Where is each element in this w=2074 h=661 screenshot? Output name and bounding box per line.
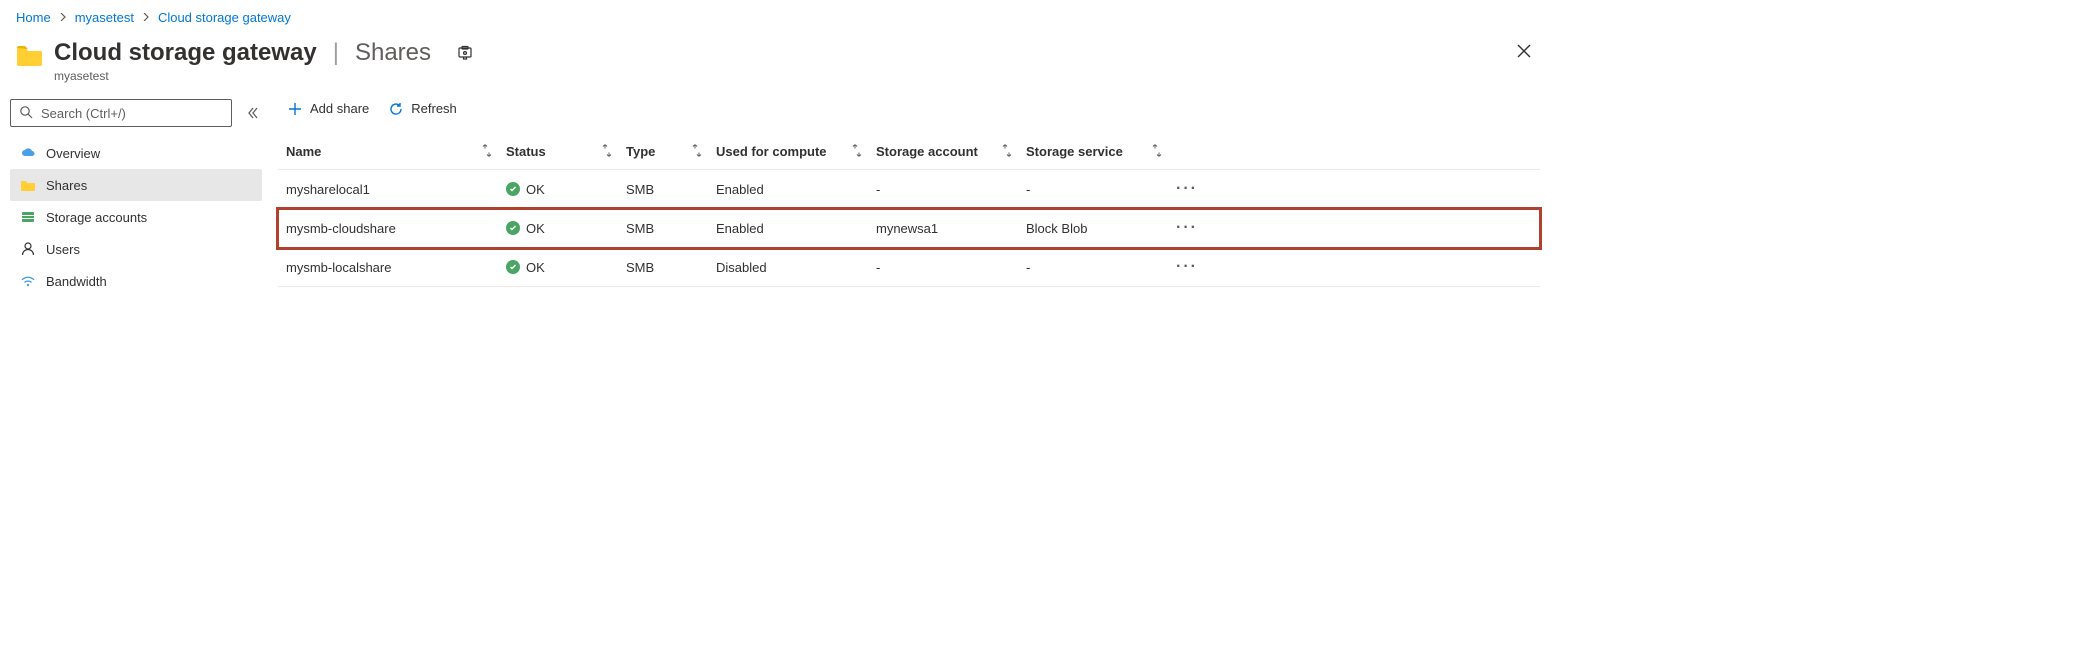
page-subtitle: myasetest: [54, 69, 473, 83]
page-title: Cloud storage gateway: [54, 39, 317, 67]
main-content: Add share Refresh Name: [270, 99, 1556, 297]
collapse-sidebar-button[interactable]: [242, 103, 262, 123]
table-row[interactable]: mysmb-cloudshare OK SMB Enabled mynewsa1…: [278, 209, 1540, 248]
more-actions-button[interactable]: ···: [1176, 219, 1198, 236]
cell-service: Block Blob: [1018, 209, 1168, 248]
col-header-name[interactable]: Name: [278, 134, 498, 170]
plus-icon: [288, 102, 302, 116]
pin-icon[interactable]: [457, 45, 473, 61]
more-actions-button[interactable]: ···: [1176, 258, 1198, 275]
cell-actions: ···: [1168, 248, 1540, 287]
cell-actions: ···: [1168, 209, 1540, 248]
check-circle-icon: [506, 221, 520, 235]
sidebar-item-storage-accounts[interactable]: Storage accounts: [10, 201, 262, 233]
sort-icon: [482, 144, 492, 159]
cell-service: -: [1018, 170, 1168, 209]
cell-compute: Enabled: [708, 170, 868, 209]
col-header-label: Status: [506, 144, 546, 159]
sidebar: Overview Shares Storage accounts: [0, 99, 270, 297]
storage-icon: [20, 209, 36, 225]
col-header-label: Name: [286, 144, 321, 159]
cell-service: -: [1018, 248, 1168, 287]
col-header-label: Storage account: [876, 144, 978, 159]
col-header-label: Used for compute: [716, 144, 827, 159]
sidebar-item-label: Bandwidth: [46, 274, 107, 289]
title-separator: |: [333, 39, 339, 67]
status-text: OK: [526, 182, 545, 197]
sidebar-item-label: Shares: [46, 178, 87, 193]
cell-status: OK: [498, 170, 618, 209]
toolbar: Add share Refresh: [278, 99, 1540, 134]
page-header: Cloud storage gateway | Shares myasetest: [0, 31, 1556, 87]
chevron-right-icon: [59, 12, 67, 24]
status-text: OK: [526, 221, 545, 236]
cell-type: SMB: [618, 248, 708, 287]
col-header-account[interactable]: Storage account: [868, 134, 1018, 170]
user-icon: [20, 241, 36, 257]
add-share-button[interactable]: Add share: [288, 101, 369, 116]
wifi-icon: [20, 273, 36, 289]
cell-type: SMB: [618, 170, 708, 209]
close-button[interactable]: [1512, 39, 1536, 63]
search-icon: [19, 105, 33, 122]
cell-compute: Enabled: [708, 209, 868, 248]
col-header-label: Storage service: [1026, 144, 1123, 159]
search-input-wrapper[interactable]: [10, 99, 232, 127]
sidebar-item-label: Storage accounts: [46, 210, 147, 225]
sidebar-item-label: Overview: [46, 146, 100, 161]
col-header-service[interactable]: Storage service: [1018, 134, 1168, 170]
check-circle-icon: [506, 260, 520, 274]
breadcrumb-home[interactable]: Home: [16, 10, 51, 25]
sidebar-item-label: Users: [46, 242, 80, 257]
sidebar-item-shares[interactable]: Shares: [10, 169, 262, 201]
page-section: Shares: [355, 39, 431, 67]
cell-account: -: [868, 248, 1018, 287]
check-circle-icon: [506, 182, 520, 196]
col-header-type[interactable]: Type: [618, 134, 708, 170]
chevron-right-icon: [142, 12, 150, 24]
breadcrumb-item-2[interactable]: Cloud storage gateway: [158, 10, 291, 25]
status-text: OK: [526, 260, 545, 275]
cell-name: mysmb-cloudshare: [278, 209, 498, 248]
cell-account: mynewsa1: [868, 209, 1018, 248]
folder-icon: [16, 43, 44, 67]
cell-name: mysharelocal1: [278, 170, 498, 209]
cell-compute: Disabled: [708, 248, 868, 287]
sort-icon: [852, 144, 862, 159]
breadcrumb-item-1[interactable]: myasetest: [75, 10, 134, 25]
cell-account: -: [868, 170, 1018, 209]
cell-type: SMB: [618, 209, 708, 248]
table-row[interactable]: mysmb-localshare OK SMB Disabled - -: [278, 248, 1540, 287]
table-row[interactable]: mysharelocal1 OK SMB Enabled - -: [278, 170, 1540, 209]
sidebar-item-overview[interactable]: Overview: [10, 137, 262, 169]
col-header-label: Type: [626, 144, 655, 159]
cell-actions: ···: [1168, 170, 1540, 209]
col-header-compute[interactable]: Used for compute: [708, 134, 868, 170]
refresh-icon: [389, 102, 403, 116]
toolbar-label: Add share: [310, 101, 369, 116]
cell-status: OK: [498, 209, 618, 248]
shares-table: Name Status Type: [278, 134, 1540, 287]
sort-icon: [1152, 144, 1162, 159]
sidebar-item-bandwidth[interactable]: Bandwidth: [10, 265, 262, 297]
col-header-actions: [1168, 134, 1540, 170]
sidebar-item-users[interactable]: Users: [10, 233, 262, 265]
breadcrumb: Home myasetest Cloud storage gateway: [0, 0, 1556, 31]
more-actions-button[interactable]: ···: [1176, 180, 1198, 197]
cell-status: OK: [498, 248, 618, 287]
sort-icon: [602, 144, 612, 159]
col-header-status[interactable]: Status: [498, 134, 618, 170]
search-input[interactable]: [41, 106, 223, 121]
sort-icon: [1002, 144, 1012, 159]
sort-icon: [692, 144, 702, 159]
refresh-button[interactable]: Refresh: [389, 101, 457, 116]
folder-icon: [20, 177, 36, 193]
toolbar-label: Refresh: [411, 101, 457, 116]
cell-name: mysmb-localshare: [278, 248, 498, 287]
cloud-icon: [20, 145, 36, 161]
